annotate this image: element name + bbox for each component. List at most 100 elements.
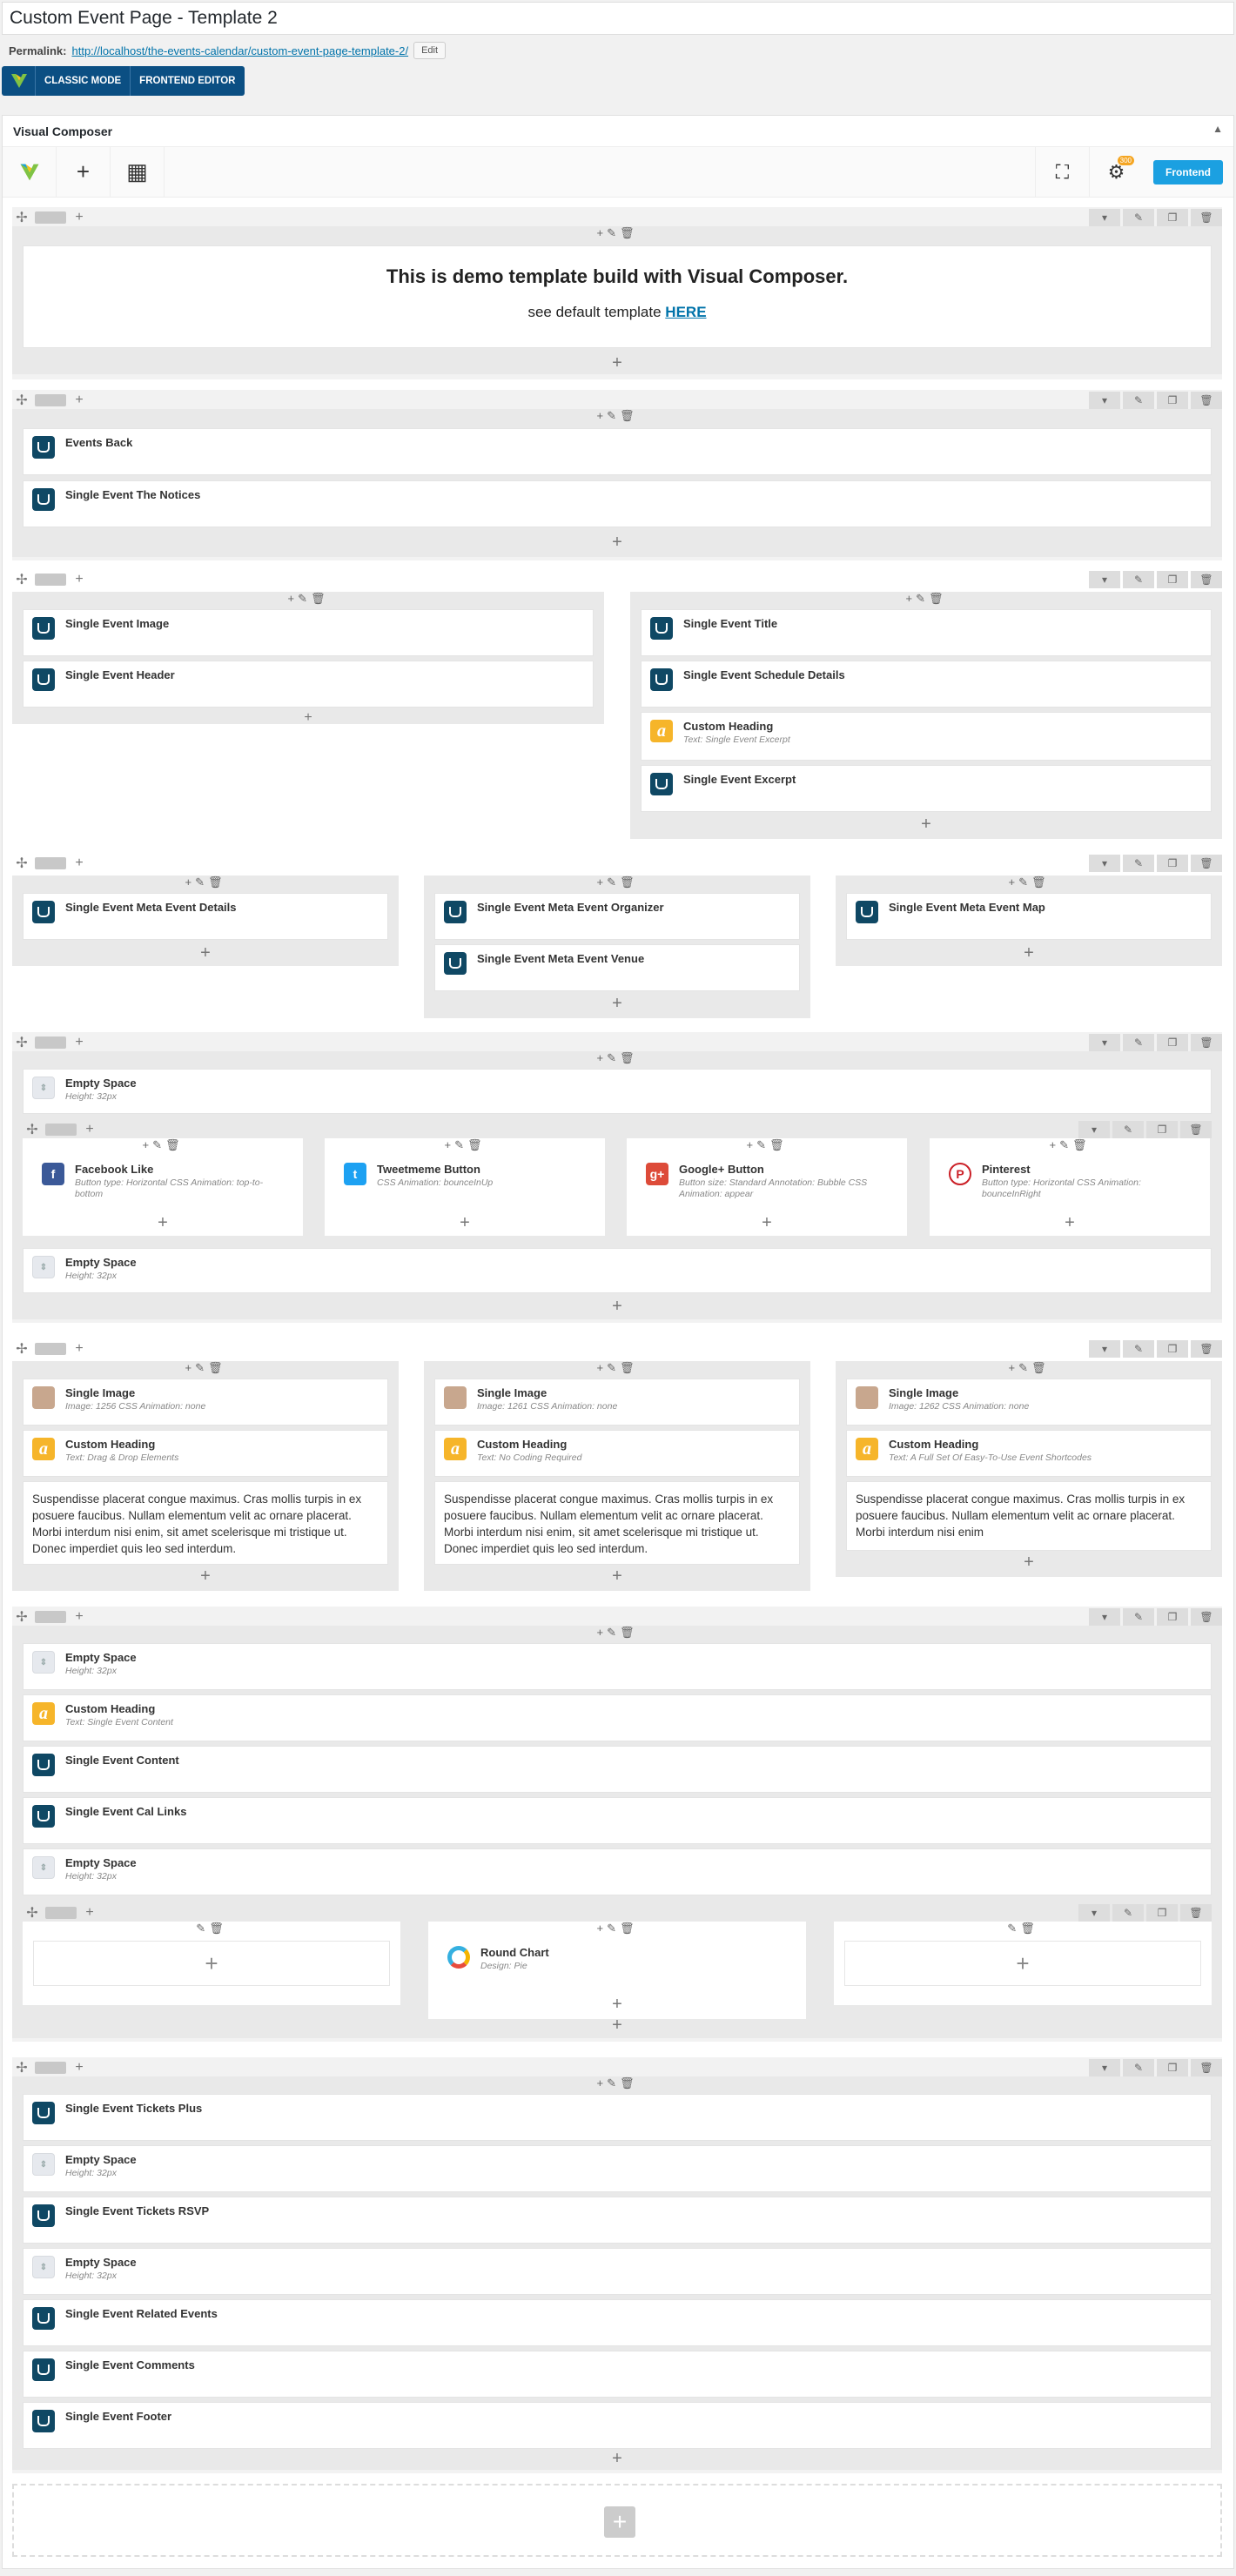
- edit-row-icon[interactable]: ✎: [1123, 2059, 1154, 2076]
- clone-row-icon[interactable]: ❐: [1157, 1340, 1188, 1358]
- add-column-icon[interactable]: +: [70, 1609, 89, 1625]
- add-column-icon[interactable]: +: [70, 1035, 89, 1050]
- toggle-row-icon[interactable]: ▾: [1089, 209, 1120, 226]
- drag-icon[interactable]: ✢: [12, 392, 31, 409]
- post-title-input[interactable]: Custom Event Page - Template 2: [2, 2, 1234, 35]
- column-controls[interactable]: ✎🗑: [834, 1922, 1212, 1939]
- templates-icon[interactable]: ▦: [111, 146, 165, 198]
- drag-icon[interactable]: ✢: [12, 1034, 31, 1051]
- edit-row-icon[interactable]: ✎: [1123, 1034, 1154, 1051]
- column-controls[interactable]: +✎🗑: [836, 1361, 1222, 1379]
- element-single-image[interactable]: Single Image Image: 1256 CSS Animation: n…: [23, 1379, 388, 1426]
- element-custom-heading[interactable]: a Custom Heading Text: No Coding Required: [434, 1430, 800, 1477]
- element-empty-space[interactable]: ⇕ Empty Space Height: 32px: [23, 2248, 1212, 2295]
- delete-row-icon[interactable]: 🗑: [1191, 209, 1222, 226]
- element-meta-venue[interactable]: Single Event Meta Event Venue: [434, 944, 800, 991]
- edit-row-icon[interactable]: ✎: [1123, 571, 1154, 588]
- add-element-plus-icon[interactable]: +: [424, 994, 810, 1014]
- layout-icon[interactable]: [35, 211, 66, 224]
- column-controls[interactable]: +✎🗑: [12, 1361, 399, 1379]
- drag-icon[interactable]: ✢: [23, 1121, 42, 1138]
- toggle-row-icon[interactable]: ▾: [1089, 855, 1120, 872]
- add-element-plus-icon[interactable]: +: [428, 1995, 806, 2015]
- toggle-row-icon[interactable]: ▾: [1089, 1608, 1120, 1626]
- add-element-plus-icon[interactable]: +: [12, 1297, 1222, 1317]
- element-notices[interactable]: Single Event The Notices: [23, 480, 1212, 527]
- add-column-icon[interactable]: +: [70, 1341, 89, 1357]
- element-event-content[interactable]: Single Event Content: [23, 1746, 1212, 1793]
- delete-row-icon[interactable]: 🗑: [1191, 1608, 1222, 1626]
- layout-icon[interactable]: [35, 2062, 66, 2074]
- add-element-plus-icon[interactable]: +: [630, 815, 1222, 835]
- fullscreen-icon[interactable]: ⛶: [1035, 146, 1089, 198]
- element-comments[interactable]: Single Event Comments: [23, 2351, 1212, 2398]
- add-element-plus-icon[interactable]: +: [12, 1566, 399, 1587]
- column-controls[interactable]: +✎🗑: [325, 1138, 605, 1156]
- text-block[interactable]: Suspendisse placerat congue maximus. Cra…: [434, 1481, 800, 1565]
- settings-gear-icon[interactable]: ⚙ 300: [1089, 146, 1143, 198]
- text-block[interactable]: Suspendisse placerat congue maximus. Cra…: [23, 1481, 388, 1565]
- element-tweetmeme[interactable]: t Tweetmeme Button CSS Animation: bounceIn…: [335, 1156, 594, 1211]
- toggle-row-icon[interactable]: ▾: [1078, 1121, 1110, 1138]
- add-element-plus-icon[interactable]: +: [12, 943, 399, 963]
- add-element-plus-icon[interactable]: +: [12, 710, 604, 726]
- element-custom-heading[interactable]: a Custom Heading Text: Single Event Conten…: [23, 1694, 1212, 1741]
- add-row-plus-icon[interactable]: +: [604, 2506, 635, 2538]
- column-controls[interactable]: +✎🗑: [12, 226, 1222, 244]
- element-single-image[interactable]: Single Image Image: 1262 CSS Animation: n…: [846, 1379, 1212, 1426]
- add-element-plus-icon[interactable]: +: [23, 1213, 303, 1233]
- add-column-icon[interactable]: +: [70, 392, 89, 408]
- edit-row-icon[interactable]: ✎: [1112, 1904, 1144, 1922]
- column-controls[interactable]: +✎🗑: [424, 875, 810, 893]
- delete-row-icon[interactable]: 🗑: [1191, 392, 1222, 409]
- delete-row-icon[interactable]: 🗑: [1191, 1340, 1222, 1358]
- element-meta-map[interactable]: Single Event Meta Event Map: [846, 893, 1212, 940]
- element-tickets-plus[interactable]: Single Event Tickets Plus: [23, 2094, 1212, 2141]
- layout-icon[interactable]: [35, 1036, 66, 1049]
- layout-icon[interactable]: [35, 394, 66, 406]
- add-column-icon[interactable]: +: [70, 2060, 89, 2076]
- layout-icon[interactable]: [35, 857, 66, 869]
- element-facebook-like[interactable]: f Facebook Like Button type: Horizontal CS…: [33, 1156, 292, 1211]
- element-custom-heading[interactable]: a Custom Heading Text: Single Event Excerp…: [641, 712, 1212, 761]
- clone-row-icon[interactable]: ❐: [1157, 1034, 1188, 1051]
- delete-row-icon[interactable]: 🗑: [1180, 1904, 1212, 1922]
- empty-column-add-icon[interactable]: +: [33, 1941, 390, 1986]
- clone-row-icon[interactable]: ❐: [1157, 209, 1188, 226]
- drag-icon[interactable]: ✢: [12, 209, 31, 226]
- add-element-plus-icon[interactable]: +: [12, 2016, 1222, 2036]
- add-element-icon[interactable]: +: [57, 146, 111, 198]
- column-controls[interactable]: +✎🗑: [12, 875, 399, 893]
- element-tickets-rsvp[interactable]: Single Event Tickets RSVP: [23, 2197, 1212, 2244]
- demo-here-link[interactable]: HERE: [665, 304, 706, 320]
- element-round-chart[interactable]: Round Chart Design: Pie: [439, 1939, 796, 1988]
- column-controls[interactable]: +✎🗑: [630, 592, 1222, 609]
- drag-icon[interactable]: ✢: [12, 855, 31, 872]
- permalink-link[interactable]: http://localhost/the-events-calendar/cus…: [71, 44, 408, 57]
- add-element-plus-icon[interactable]: +: [836, 1553, 1222, 1573]
- add-element-plus-icon[interactable]: +: [12, 353, 1222, 373]
- element-event-header[interactable]: Single Event Header: [23, 661, 594, 708]
- column-controls[interactable]: +✎🗑: [12, 1051, 1222, 1069]
- clone-row-icon[interactable]: ❐: [1157, 855, 1188, 872]
- element-event-excerpt[interactable]: Single Event Excerpt: [641, 765, 1212, 812]
- element-meta-organizer[interactable]: Single Event Meta Event Organizer: [434, 893, 800, 940]
- drag-icon[interactable]: ✢: [12, 1340, 31, 1358]
- text-block[interactable]: Suspendisse placerat congue maximus. Cra…: [846, 1481, 1212, 1551]
- delete-row-icon[interactable]: 🗑: [1191, 855, 1222, 872]
- column-controls[interactable]: +✎🗑: [12, 409, 1222, 426]
- text-block[interactable]: This is demo template build with Visual …: [23, 245, 1212, 348]
- element-empty-space[interactable]: ⇕ Empty Space Height: 32px: [23, 1643, 1212, 1690]
- vc-logo-icon[interactable]: [3, 146, 57, 198]
- column-controls[interactable]: +✎🗑: [836, 875, 1222, 893]
- layout-icon[interactable]: [35, 1343, 66, 1355]
- delete-row-icon[interactable]: 🗑: [1191, 1034, 1222, 1051]
- add-column-icon[interactable]: +: [70, 572, 89, 587]
- element-single-image[interactable]: Single Image Image: 1261 CSS Animation: n…: [434, 1379, 800, 1426]
- vc-panel-header[interactable]: Visual Composer ▲: [3, 116, 1233, 147]
- add-element-plus-icon[interactable]: +: [12, 2449, 1222, 2469]
- toggle-row-icon[interactable]: ▾: [1089, 1034, 1120, 1051]
- column-controls[interactable]: +✎🗑: [12, 2076, 1222, 2094]
- element-schedule-details[interactable]: Single Event Schedule Details: [641, 661, 1212, 708]
- element-meta-details[interactable]: Single Event Meta Event Details: [23, 893, 388, 940]
